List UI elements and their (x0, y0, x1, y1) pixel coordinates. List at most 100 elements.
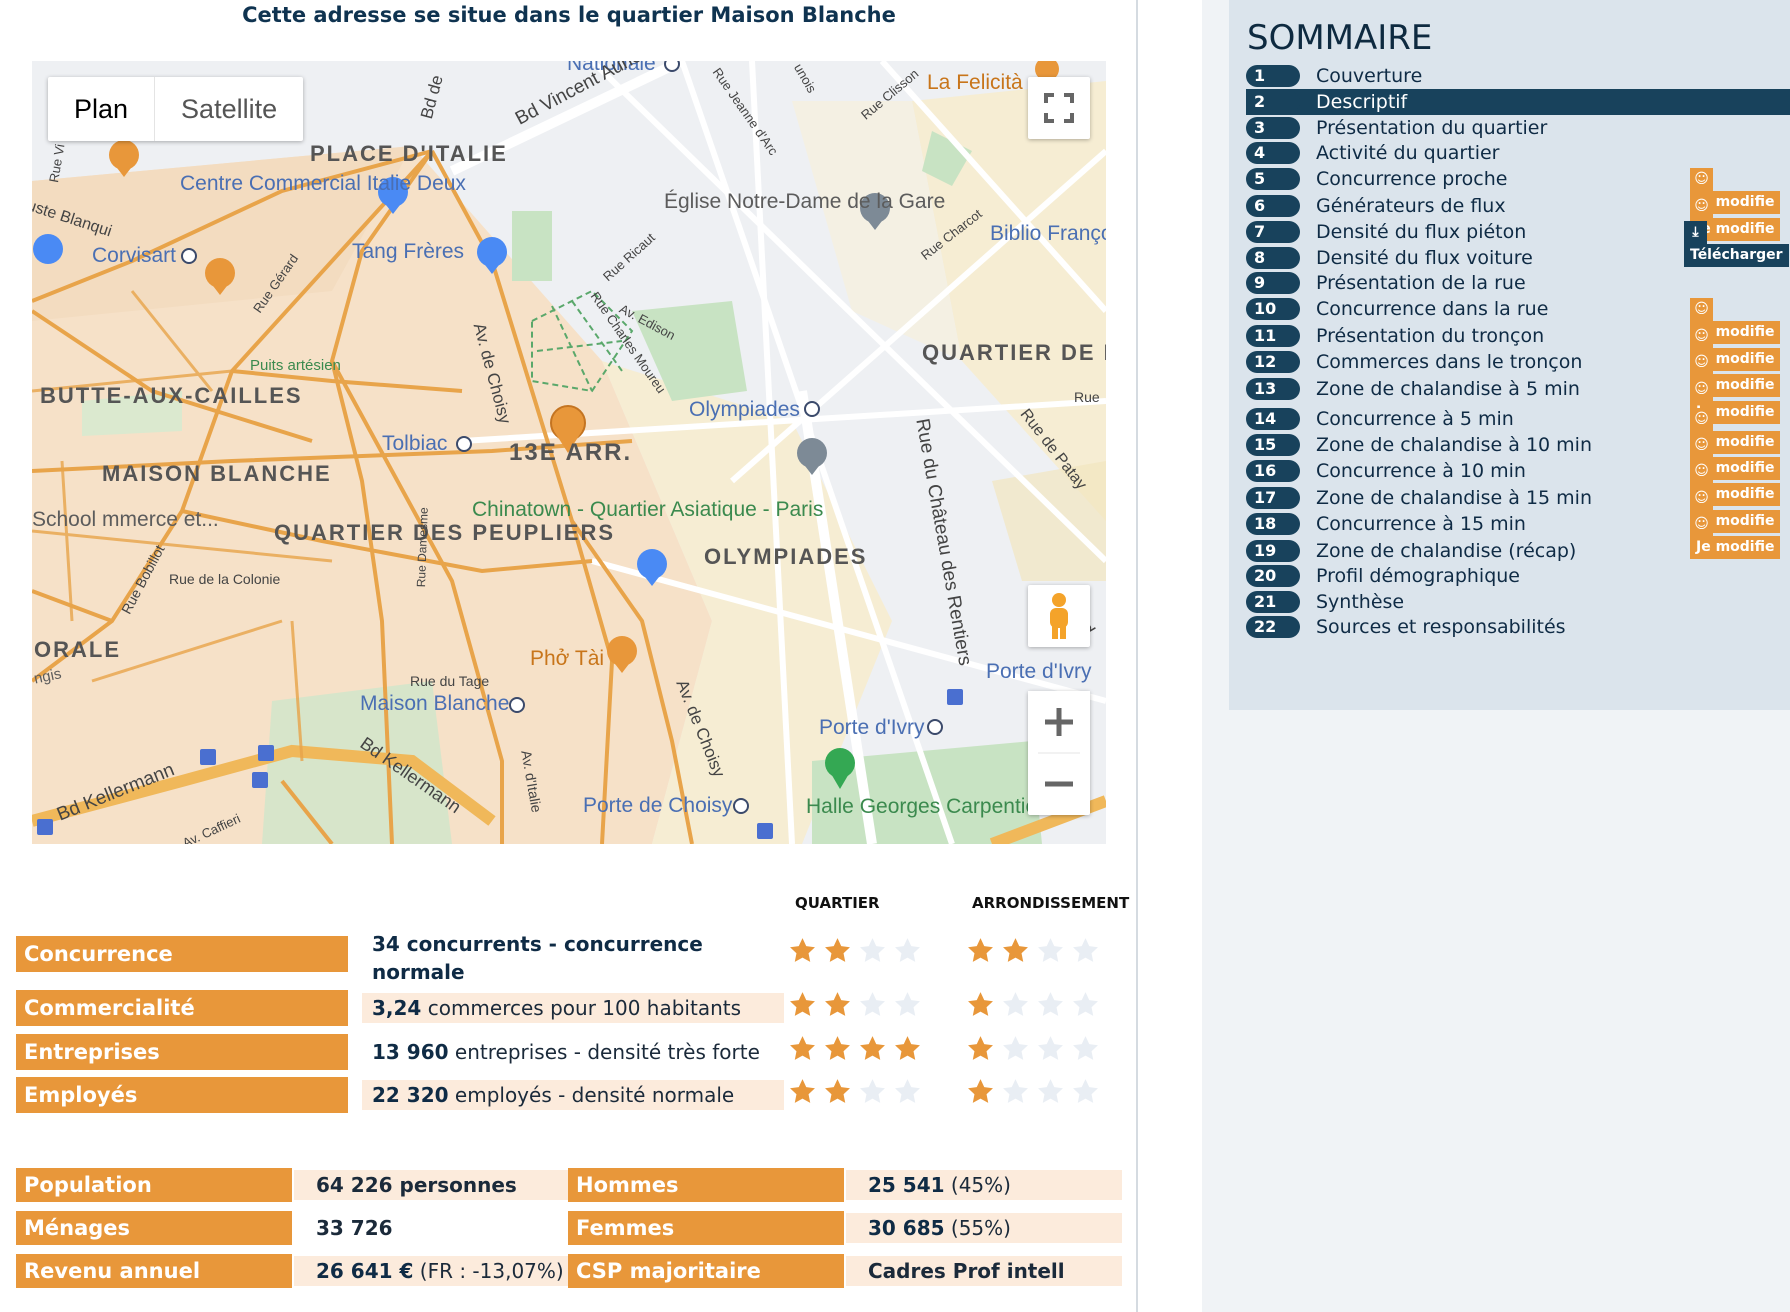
map-type-plan-button[interactable]: Plan (48, 77, 156, 141)
sommaire-item-16[interactable]: 16 Concurrence à 10 min ☺Je modifie (1246, 458, 1790, 506)
map-label-rue-right: Rue (1074, 389, 1100, 405)
sommaire-item-2[interactable]: 2 Descriptif (1246, 89, 1790, 115)
indicator-row-commercialite: Commercialité 3,24 commerces pour 100 ha… (16, 990, 1126, 1026)
sommaire-item-19[interactable]: 19 Zone de chalandise (récap) (1246, 538, 1790, 564)
star-filled-icon (968, 1079, 993, 1103)
star-filled-icon (825, 1079, 850, 1103)
map-label-pho-tai: Phở Tài (530, 647, 605, 670)
indicator-label: Concurrence (16, 936, 348, 972)
sommaire-item-1[interactable]: 1 Couverture (1246, 63, 1790, 89)
map-label-quartier-peupliers: QUARTIER DES PEUPLIERS (274, 520, 616, 545)
sommaire-item-12[interactable]: 12 Commerces dans le tronçon ☺Je modifie (1246, 349, 1790, 397)
sommaire-item-6[interactable]: 6 Générateurs de flux ☺Je modifie (1246, 193, 1790, 241)
users-icon: ☺ (1690, 513, 1713, 536)
map-label-halle: Halle Georges Carpentier (806, 795, 1045, 818)
star-filled-icon (968, 1036, 993, 1060)
star-filled-icon (790, 1036, 815, 1060)
sommaire-item-number: 22 (1246, 616, 1300, 638)
edit-button[interactable]: ☺Je modifie (1690, 298, 1790, 344)
edit-button[interactable]: ☺Je modifie (1690, 434, 1790, 480)
indicator-label: Employés (16, 1077, 348, 1113)
edit-button[interactable]: ☺Je modifie (1690, 378, 1790, 424)
star-filled-icon (968, 992, 993, 1016)
demo-label-revenu: Revenu annuel (16, 1254, 292, 1288)
users-icon: ☺ (1690, 460, 1713, 483)
sommaire-item-18[interactable]: 18 Concurrence à 15 min ☺Je modifie (1246, 511, 1790, 559)
fullscreen-button[interactable] (1028, 77, 1090, 139)
sommaire-item-label: Concurrence dans la rue (1316, 298, 1549, 320)
users-icon: ☺ (1690, 168, 1713, 191)
column-header-arrondissement: ARRONDISSEMENT (972, 894, 1130, 912)
map-label-porte-ivry-metro: Porte d'Ivry (819, 716, 925, 739)
indicator-label: Entreprises (16, 1034, 348, 1070)
sommaire-item-8[interactable]: 8 Densité du flux voiture (1246, 245, 1790, 271)
pegman-icon (1050, 593, 1068, 639)
sommaire-item-10[interactable]: 10 Concurrence dans la rue ☺Je modifie (1246, 296, 1790, 344)
indicator-value: 34 concurrents - concurrence normale (372, 932, 703, 984)
sommaire-item-21[interactable]: 21 Synthèse (1246, 589, 1790, 615)
edit-button[interactable]: ☺Je modifie (1690, 168, 1790, 214)
street-view-button[interactable] (1028, 585, 1090, 647)
map-label-bibli: Biblio François Mit (990, 222, 1106, 245)
edit-button[interactable]: ☺Je modifie (1690, 487, 1790, 533)
edit-button[interactable]: ☺Je modifie (1690, 460, 1790, 506)
sommaire-item-label: Concurrence à 5 min (1316, 408, 1514, 430)
sommaire-item-label: Concurrence à 15 min (1316, 513, 1526, 535)
edit-button[interactable]: ☺Je modifie (1690, 408, 1790, 454)
sommaire-item-3[interactable]: 3 Présentation du quartier (1246, 115, 1790, 141)
map-label-olympiades-metro: Olympiades (689, 398, 800, 421)
sommaire-item-14[interactable]: 14 Concurrence à 5 min ☺Je modifie (1246, 406, 1790, 454)
edit-button[interactable]: ☺Je modifie (1690, 195, 1790, 241)
star-empty-icon (860, 938, 885, 962)
star-filled-icon (895, 1036, 920, 1060)
sommaire-item-13[interactable]: 13 Zone de chalandise à 5 min ☺Je modifie (1246, 376, 1790, 424)
star-empty-icon (860, 1079, 885, 1103)
star-empty-icon (1038, 1079, 1063, 1103)
sommaire-item-5[interactable]: 5 Concurrence proche ☺Je modifie (1246, 166, 1790, 214)
edit-button[interactable]: ☺Je modifie (1690, 351, 1790, 397)
indicator-row-entreprises: Entreprises 13 960 entreprises - densité… (16, 1034, 1126, 1070)
sommaire-item-label: Commerces dans le tronçon (1316, 351, 1583, 373)
map-label-la-felicita: La Felicità (927, 71, 1023, 94)
map-view[interactable]: Nationale La Felicità PLACE D'ITALIE Bd … (32, 61, 1106, 844)
sommaire-item-7[interactable]: 7 Densité du flux piéton ⤓Télécharger (1246, 219, 1790, 267)
demo-label-population: Population (16, 1168, 292, 1202)
star-empty-icon (1003, 992, 1028, 1016)
map-type-control: Plan Satellite (48, 77, 304, 141)
zoom-in-icon[interactable] (1028, 691, 1090, 753)
star-filled-icon (860, 1036, 885, 1060)
star-empty-icon (1038, 1036, 1063, 1060)
users-icon: ☺ (1690, 408, 1713, 431)
sommaire-item-label: Descriptif (1316, 91, 1408, 113)
map-type-satellite-button[interactable]: Satellite (155, 77, 303, 141)
demo-label-csp: CSP majoritaire (568, 1254, 844, 1288)
users-icon: ☺ (1690, 378, 1713, 401)
sommaire-item-label: Concurrence proche (1316, 168, 1508, 190)
sommaire-item-9[interactable]: 9 Présentation de la rue (1246, 270, 1790, 296)
map-label-place-italie: PLACE D'ITALIE (310, 141, 508, 166)
stars-arrondissement (966, 990, 1100, 1026)
stars-quartier (788, 990, 922, 1026)
sommaire-item-label: Couverture (1316, 65, 1423, 87)
star-empty-icon (860, 992, 885, 1016)
sommaire-item-4[interactable]: 4 Activité du quartier (1246, 140, 1790, 166)
users-icon: ☺ (1690, 351, 1713, 374)
sommaire-item-22[interactable]: 22 Sources et responsabilités (1246, 614, 1790, 640)
sommaire-item-11[interactable]: 11 Présentation du tronçon ☺Je modifie (1246, 323, 1790, 371)
edit-button[interactable]: ☺Je modifie (1690, 513, 1790, 559)
star-empty-icon (1003, 1036, 1028, 1060)
users-icon: ☺ (1690, 298, 1713, 321)
demo-value-revenu: 26 641 € (FR : -13,07%) (294, 1256, 568, 1286)
sommaire-item-20[interactable]: 20 Profil démographique (1246, 563, 1790, 589)
sommaire-item-15[interactable]: 15 Zone de chalandise à 10 min ☺Je modifie (1246, 432, 1790, 480)
map-label-arrondissement: 13E ARR. (509, 439, 633, 466)
sommaire-title: SOMMAIRE (1247, 18, 1433, 58)
column-header-quartier: QUARTIER (795, 894, 880, 912)
zoom-control (1028, 691, 1090, 815)
map-label-tolbiac: Tolbiac (382, 432, 448, 455)
stars-quartier (788, 1077, 922, 1113)
map-label-porte-ivry: Porte d'Ivry (986, 660, 1092, 683)
download-button[interactable]: ⤓Télécharger (1684, 221, 1790, 267)
sommaire-item-17[interactable]: 17 Zone de chalandise à 15 min ☺Je modifie (1246, 485, 1790, 533)
edit-button[interactable]: ☺Je modifie (1690, 325, 1790, 371)
